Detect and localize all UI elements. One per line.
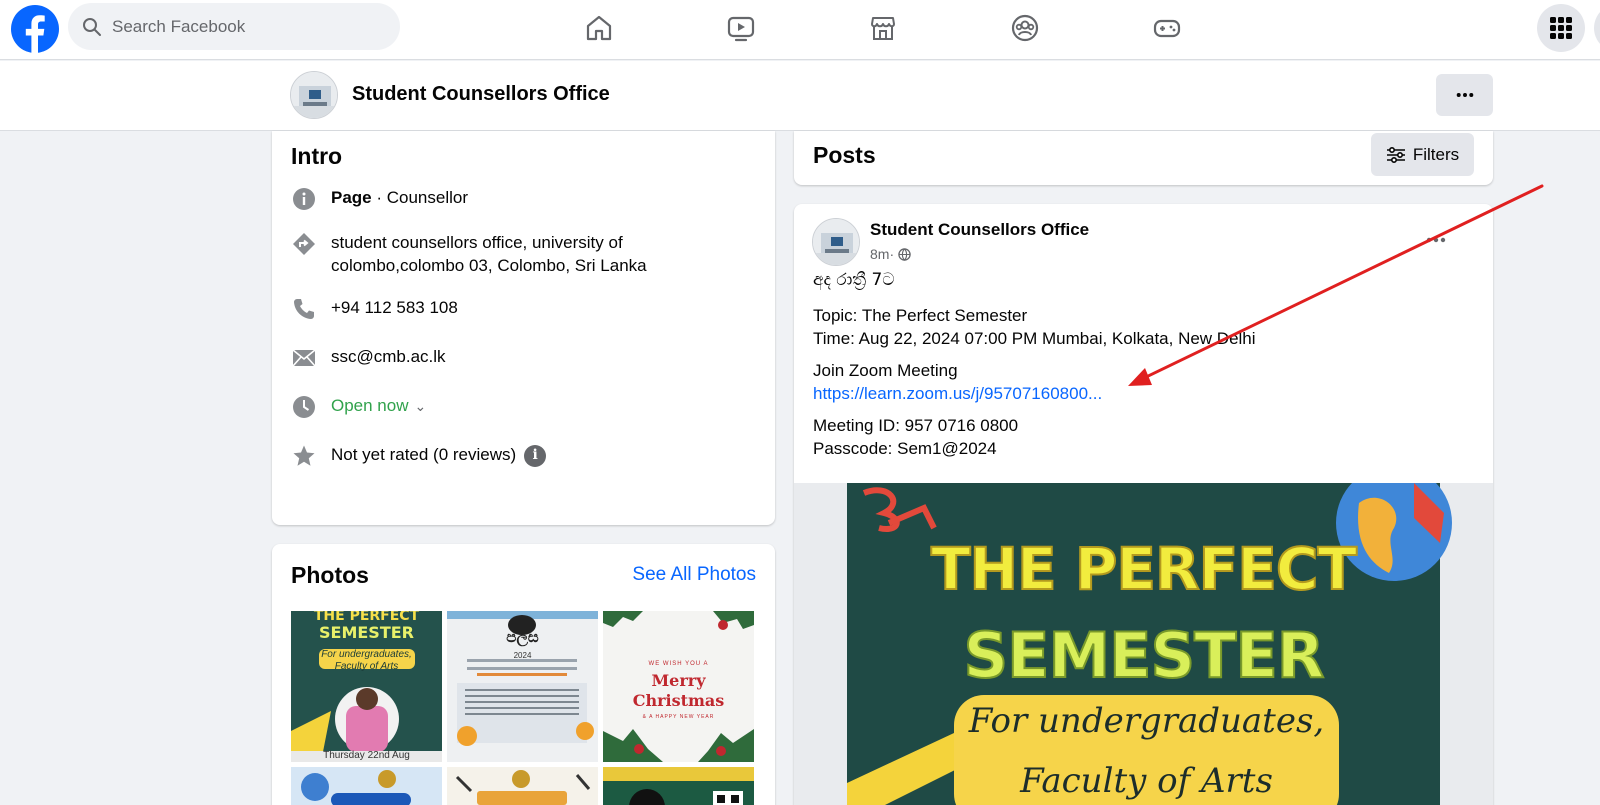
globe-icon [898, 247, 911, 261]
more-dots-icon [1456, 93, 1473, 97]
nav-marketplace[interactable] [861, 8, 905, 48]
intro-address-row: student counsellors office, university o… [291, 231, 731, 277]
photo-thumbnail[interactable] [603, 767, 754, 805]
messenger-button[interactable] [1594, 4, 1600, 52]
page-more-button[interactable] [1436, 74, 1493, 116]
filters-label: Filters [1412, 144, 1460, 164]
menu-grid-icon [1550, 17, 1572, 39]
intro-email-row: ssc@cmb.ac.lk [291, 345, 731, 371]
info-icon [291, 186, 317, 212]
top-navigation-bar: Search Facebook [0, 0, 1600, 60]
post-time-line: Time: Aug 22, 2024 07:00 PM Mumbai, Kolk… [813, 329, 1256, 348]
post-meeting-id: Meeting ID: 957 0716 0800 [813, 416, 1019, 435]
chevron-down-icon[interactable]: ⌄ [415, 395, 427, 418]
clock-icon [291, 394, 317, 420]
category-prefix: Page [331, 188, 372, 207]
rating-text: Not yet rated (0 reviews) [331, 445, 517, 464]
poster-subtitle-2: Faculty of Arts [1020, 761, 1273, 801]
page-header-bar: Student Counsellors Office [0, 61, 1600, 131]
video-icon [727, 16, 755, 42]
nav-home[interactable] [577, 8, 621, 48]
phone-number[interactable]: +94 112 583 108 [331, 296, 731, 319]
photo-thumbnail[interactable]: පලස 2024 [447, 611, 598, 762]
intro-category-row: Page · Counsellor [291, 186, 731, 212]
filters-button[interactable]: Filters [1371, 133, 1474, 176]
post-author-avatar[interactable] [812, 218, 860, 266]
photos-title: Photos [291, 562, 369, 588]
open-status: Open now [331, 396, 409, 415]
more-dots-icon [1426, 237, 1446, 243]
post-passcode: Passcode: Sem1@2024 [813, 439, 997, 458]
poster-title-2: SEMESTER [962, 618, 1325, 693]
poster-title-1: THE PERFECT [930, 534, 1358, 604]
intro-title: Intro [291, 143, 343, 169]
intro-card: Intro Page · Counsellor student counsell… [272, 131, 775, 525]
intro-hours-row[interactable]: Open now ⌄ [291, 394, 731, 420]
nav-gaming[interactable] [1145, 8, 1189, 48]
search-input[interactable]: Search Facebook [112, 17, 245, 37]
nav-video[interactable] [719, 8, 763, 48]
nav-groups[interactable] [1003, 8, 1047, 48]
search-box[interactable]: Search Facebook [68, 3, 400, 50]
phone-icon [291, 296, 317, 322]
address-text[interactable]: student counsellors office, university o… [331, 231, 731, 277]
email-icon [291, 345, 317, 371]
menu-button[interactable] [1537, 4, 1585, 52]
filters-icon [1386, 146, 1405, 163]
posts-header-card: Posts Filters [794, 131, 1493, 185]
facebook-f-icon [25, 15, 45, 53]
poster-subtitle-1: For undergraduates, [968, 701, 1325, 741]
category-value: Counsellor [386, 188, 469, 207]
photos-card: Photos See All Photos THE PERFECT SEMEST… [272, 544, 775, 805]
page-profile-picture[interactable] [290, 71, 338, 119]
gaming-icon [1153, 19, 1181, 38]
post-more-button[interactable] [1426, 226, 1446, 249]
intro-rating-row: Not yet rated (0 reviews) i [291, 443, 731, 469]
building-photo-icon [813, 219, 859, 265]
groups-icon [1011, 14, 1039, 42]
intro-phone-row: +94 112 583 108 [291, 296, 731, 322]
marketplace-icon [871, 17, 895, 40]
page-title: Student Counsellors Office [352, 83, 610, 105]
search-icon [83, 17, 101, 36]
star-icon [291, 443, 317, 469]
building-photo-icon [291, 72, 337, 118]
directions-icon [291, 231, 317, 257]
post-timestamp[interactable]: 8m · [870, 246, 911, 262]
post-image[interactable]: THE PERFECT SEMESTER For undergraduates,… [794, 483, 1493, 805]
post-join-text: Join Zoom Meeting [813, 361, 958, 380]
posts-title: Posts [813, 142, 876, 168]
home-icon [586, 15, 612, 41]
photo-thumbnail[interactable]: THE PERFECT SEMESTER For undergraduates,… [291, 611, 442, 762]
facebook-logo[interactable] [11, 5, 59, 53]
photo-thumbnail[interactable] [447, 767, 598, 805]
email-address[interactable]: ssc@cmb.ac.lk [331, 345, 731, 368]
rating-info-icon[interactable]: i [524, 444, 547, 467]
post-topic: Topic: The Perfect Semester [813, 306, 1028, 325]
photo-thumbnail[interactable] [291, 767, 442, 805]
zoom-meeting-link[interactable]: https://learn.zoom.us/j/95707160800... [813, 382, 1102, 405]
see-all-photos-link[interactable]: See All Photos [632, 564, 756, 586]
post-text-line: අද රාත්‍රී 7ට [813, 270, 895, 290]
post-author-name[interactable]: Student Counsellors Office [870, 220, 1089, 240]
photo-thumbnail[interactable]: WE WISH YOU A Merry Christmas & A HAPPY … [603, 611, 754, 762]
post-card: Student Counsellors Office 8m · අද රාත්‍… [794, 204, 1493, 805]
